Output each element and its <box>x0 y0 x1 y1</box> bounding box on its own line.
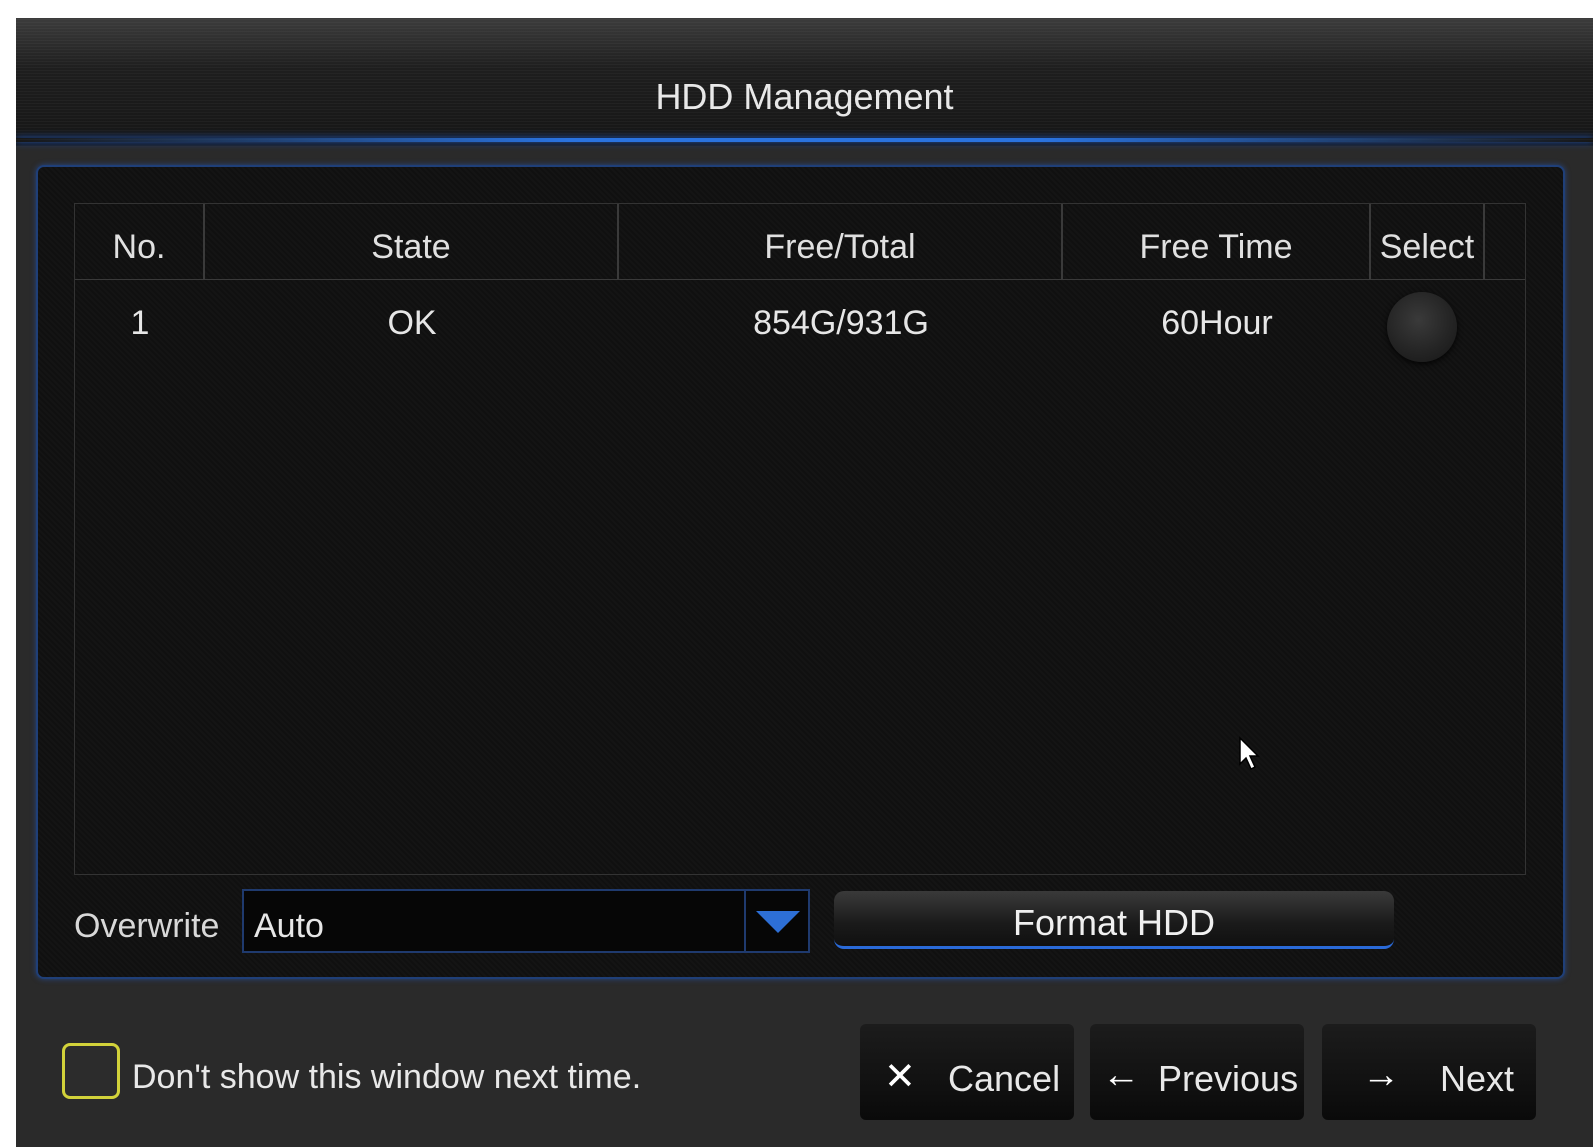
next-button[interactable]: → Next <box>1322 1024 1536 1120</box>
select-radio[interactable] <box>1387 292 1457 362</box>
arrow-right-icon: → <box>1362 1054 1400 1096</box>
dont-show-label: Don't show this window next time. <box>132 1058 642 1096</box>
overwrite-value: Auto <box>254 907 324 945</box>
cell-free-total: 854G/931G <box>753 304 929 342</box>
overwrite-select[interactable]: Auto <box>242 889 810 953</box>
dont-show-checkbox[interactable] <box>62 1043 120 1099</box>
cell-state: OK <box>387 304 437 342</box>
hdd-panel: No. State Free/Total Free Time Select 1 … <box>36 165 1565 979</box>
cancel-button[interactable]: ✕ Cancel <box>860 1024 1074 1120</box>
column-header-free-total: Free/Total <box>619 204 1063 279</box>
column-header-state: State <box>205 204 619 279</box>
overwrite-label: Overwrite <box>74 907 220 945</box>
chevron-down-icon[interactable] <box>744 891 808 951</box>
cell-no: 1 <box>130 304 150 342</box>
cancel-label: Cancel <box>948 1058 1061 1099</box>
title-underline <box>16 138 1593 142</box>
column-header-select: Select <box>1371 204 1485 279</box>
column-header-no: No. <box>75 204 205 279</box>
hdd-management-window: HDD Management No. State Free/Total Free… <box>16 18 1593 1147</box>
hdd-table: No. State Free/Total Free Time Select 1 … <box>74 203 1526 875</box>
format-hdd-button[interactable]: Format HDD <box>834 891 1394 949</box>
table-header: No. State Free/Total Free Time Select <box>75 204 1525 280</box>
title-bar: HDD Management <box>16 18 1593 146</box>
previous-button[interactable]: ← Previous <box>1090 1024 1304 1120</box>
mouse-pointer-icon <box>1239 736 1260 771</box>
column-header-free-time: Free Time <box>1063 204 1371 279</box>
next-label: Next <box>1440 1058 1515 1099</box>
close-icon: ✕ <box>884 1056 916 1098</box>
arrow-left-icon: ← <box>1102 1054 1140 1096</box>
cell-free-time: 60Hour <box>1161 304 1273 342</box>
previous-label: Previous <box>1158 1058 1299 1099</box>
window-title: HDD Management <box>655 76 954 117</box>
